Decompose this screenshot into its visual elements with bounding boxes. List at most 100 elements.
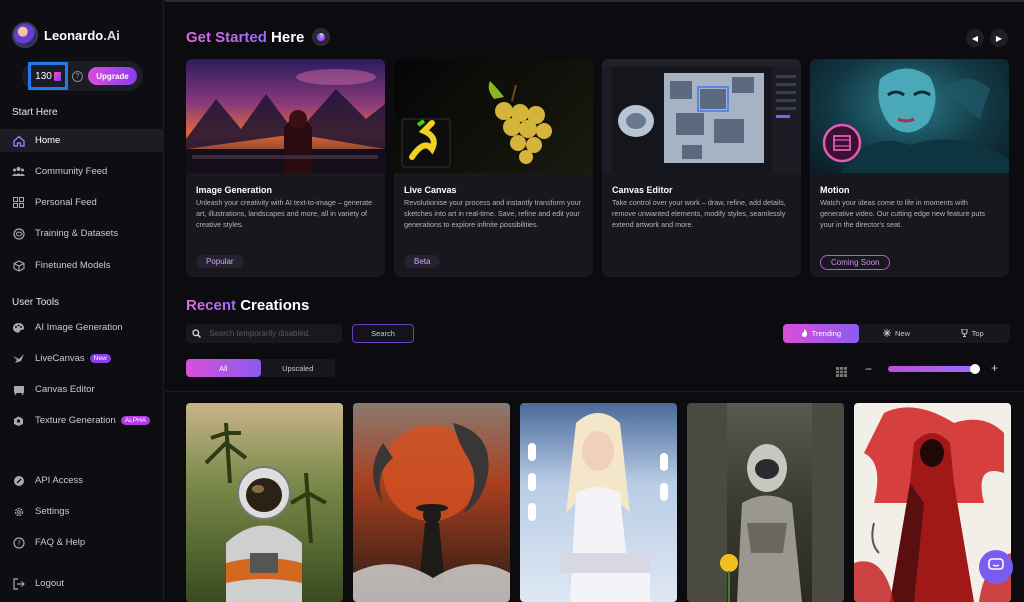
sidebar-item-ai-image-generation[interactable]: AI Image Generation: [0, 316, 163, 339]
recent-accent: Recent: [186, 297, 237, 314]
creation-tile[interactable]: [353, 403, 510, 602]
zoom-slider-handle[interactable]: [970, 364, 981, 374]
creation-tile[interactable]: [687, 403, 844, 602]
sidebar-item-label: Settings: [35, 506, 70, 517]
credit-count: 130: [35, 70, 52, 82]
sidebar-item-texture-generation[interactable]: Texture Generation ALPHA: [0, 409, 163, 432]
zoom-out-button[interactable]: −: [865, 362, 872, 376]
api-icon: [12, 474, 25, 487]
sidebar-item-finetuned-models[interactable]: Finetuned Models: [0, 254, 163, 277]
avatar[interactable]: [12, 22, 38, 48]
sidebar-item-label: Texture Generation: [35, 415, 116, 426]
tab-trending[interactable]: Trending: [783, 324, 859, 343]
sidebar-item-label: Home: [35, 135, 61, 146]
home-icon: [12, 134, 25, 147]
brand-name-suffix: .Ai: [103, 27, 120, 43]
card-description: Take control over your work – draw, refi…: [612, 198, 786, 229]
sidebar-item-canvas-editor[interactable]: Canvas Editor: [0, 378, 163, 401]
recent-rest: Creations: [240, 297, 310, 314]
recent-creations-heading: Recent Creations: [186, 297, 309, 314]
card-image: [394, 59, 593, 173]
community-icon: [12, 165, 25, 178]
new-badge: New: [89, 354, 111, 363]
sidebar-item-home[interactable]: Home: [0, 129, 163, 152]
zoom-slider[interactable]: [888, 364, 981, 374]
grid-icon: [12, 196, 25, 209]
sidebar-item-label: AI Image Generation: [35, 322, 123, 333]
gear-icon: [12, 505, 25, 518]
canvas-icon: [12, 383, 25, 396]
card-image: [186, 59, 385, 173]
card-image: [810, 59, 1009, 173]
card-title: Motion: [820, 185, 850, 195]
main-content: Get Started Here ? ◀ ▶ Image Generation …: [165, 0, 1024, 602]
chat-icon: [988, 557, 1004, 577]
card-description: Watch your ideas come to life in moments…: [820, 198, 986, 229]
get-started-heading: Get Started Here ?: [186, 28, 331, 46]
card-title: Image Generation: [196, 185, 273, 195]
sidebar-item-personal-feed[interactable]: Personal Feed: [0, 191, 163, 214]
card-live-canvas[interactable]: Live Canvas Revolutionise your process a…: [394, 59, 593, 277]
flame-icon: [801, 328, 808, 339]
tab-new[interactable]: New: [859, 324, 935, 343]
card-description: Unleash your creativity with AI text-to-…: [196, 198, 373, 229]
sidebar-item-faq-help[interactable]: ? FAQ & Help: [0, 531, 163, 554]
card-tag: Popular: [196, 255, 244, 268]
sidebar-item-settings[interactable]: Settings: [0, 500, 163, 523]
user-tools-title: User Tools: [12, 297, 60, 308]
credits-help-icon[interactable]: ?: [72, 70, 83, 82]
card-image-generation[interactable]: Image Generation Unleash your creativity…: [186, 59, 385, 277]
tab-upscaled[interactable]: Upscaled: [261, 359, 336, 377]
zoom-slider-fill: [888, 366, 976, 372]
carousel-prev-button[interactable]: ◀: [966, 29, 984, 47]
sidebar-item-logout[interactable]: Logout: [0, 572, 163, 595]
tab-all[interactable]: All: [186, 359, 261, 377]
sidebar-item-label: Community Feed: [35, 166, 108, 177]
filter-tabs: All Upscaled: [186, 359, 335, 377]
start-here-title: Start Here: [12, 107, 58, 118]
tab-label: New: [895, 329, 911, 338]
sidebar-item-livecanvas[interactable]: LiveCanvas New: [0, 347, 163, 370]
brand-name-main: Leonardo: [44, 27, 104, 43]
brand-logo[interactable]: Leonardo.Ai: [12, 22, 120, 48]
cube-icon: [12, 259, 25, 272]
card-tag: Beta: [404, 255, 441, 268]
grid-view-icon[interactable]: [836, 364, 847, 377]
svg-text:?: ?: [17, 539, 21, 547]
sidebar-item-community-feed[interactable]: Community Feed: [0, 160, 163, 183]
tab-label: Top: [971, 329, 984, 338]
sidebar-item-label: LiveCanvas: [35, 353, 85, 364]
sidebar-item-label: Logout: [35, 578, 65, 589]
info-icon[interactable]: ?: [312, 28, 331, 46]
sidebar-item-label: API Access: [35, 475, 84, 486]
upgrade-button[interactable]: Upgrade: [88, 67, 137, 85]
card-canvas-editor[interactable]: Canvas Editor Take control over your wor…: [602, 59, 801, 277]
sidebar-item-api-access[interactable]: API Access: [0, 469, 163, 492]
sidebar-item-label: Personal Feed: [35, 197, 97, 208]
search-input[interactable]: [209, 329, 339, 338]
card-title: Live Canvas: [404, 185, 457, 195]
alpha-badge: ALPHA: [120, 416, 151, 425]
zoom-in-button[interactable]: +: [991, 361, 998, 375]
creation-tile[interactable]: [186, 403, 343, 602]
sort-tabs: Trending New Top: [783, 324, 1010, 343]
credit-counter[interactable]: 130: [28, 62, 68, 90]
sidebar-item-label: FAQ & Help: [35, 537, 86, 548]
sparkle-icon: [883, 328, 891, 339]
bird-icon: [12, 352, 25, 365]
palette-icon: [12, 321, 25, 334]
sidebar-item-training-datasets[interactable]: Training & Datasets: [0, 222, 163, 245]
tab-top[interactable]: Top: [934, 324, 1010, 343]
search-button[interactable]: Search: [352, 324, 414, 343]
creation-tile[interactable]: [520, 403, 677, 602]
training-icon: [12, 227, 25, 240]
trophy-icon: [961, 328, 968, 339]
chat-support-button[interactable]: [979, 550, 1013, 584]
sidebar-item-label: Canvas Editor: [35, 384, 95, 395]
sidebar-item-label: Training & Datasets: [35, 228, 119, 239]
sidebar-item-label: Finetuned Models: [35, 260, 111, 271]
carousel-next-button[interactable]: ▶: [990, 29, 1008, 47]
card-title: Canvas Editor: [612, 185, 673, 195]
tab-label: Trending: [811, 329, 841, 338]
card-motion[interactable]: Motion Watch your ideas come to life in …: [810, 59, 1009, 277]
